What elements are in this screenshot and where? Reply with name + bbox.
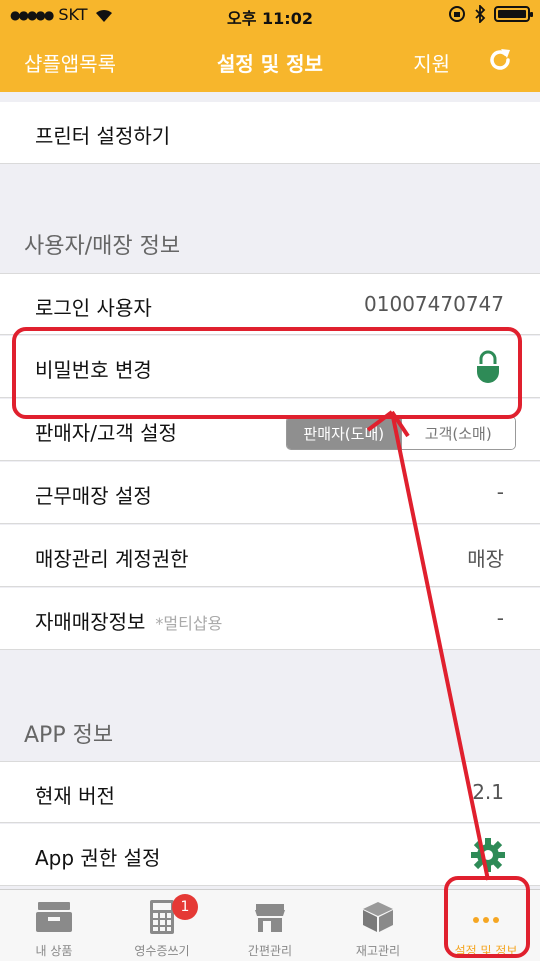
tab-my-products[interactable]: 내 상품 — [0, 890, 108, 961]
work-store-label: 근무매장 설정 — [35, 484, 152, 508]
tab-quick-manage-label: 간편관리 — [247, 944, 293, 958]
login-user-row: 로그인 사용자 01007470747 — [0, 273, 540, 335]
app-list-button[interactable]: 샵플앱목록 — [24, 48, 116, 77]
work-store-row[interactable]: 근무매장 설정 - — [0, 462, 540, 524]
sister-store-value: - — [496, 606, 504, 630]
tab-receipt[interactable]: 1 영수증쓰기 — [108, 890, 216, 961]
navigation-bar: 샵플앱목록 설정 및 정보 지원 — [0, 30, 540, 92]
box-icon — [363, 902, 393, 932]
tab-quick-manage[interactable]: 간편관리 — [216, 890, 324, 961]
tab-receipt-label: 영수증쓰기 — [134, 944, 190, 958]
multishop-note: *멀티샵용 — [155, 614, 223, 633]
tab-my-products-label: 내 상품 — [35, 944, 73, 958]
battery-icon — [494, 6, 533, 22]
gear-icon[interactable] — [470, 837, 506, 873]
sister-store-label: 자매매장정보 — [35, 610, 146, 634]
store-icon — [255, 904, 285, 932]
orientation-lock-icon — [449, 6, 465, 22]
status-bar: ●●●●● SKT 오후 11:02 — [0, 0, 540, 30]
printer-settings-label: 프린터 설정하기 — [35, 124, 171, 148]
user-store-section-header: 사용자/매장 정보 — [24, 234, 181, 259]
tab-inventory-label: 재고관리 — [355, 944, 401, 958]
segment-customer[interactable]: 고객(소매) — [400, 417, 515, 449]
sister-store-row[interactable]: 자매매장정보 *멀티샵용 - — [0, 588, 540, 650]
store-account-permission-label: 매장관리 계정권한 — [35, 547, 189, 571]
tab-inventory[interactable]: 재고관리 — [324, 890, 432, 961]
store-account-permission-row[interactable]: 매장관리 계정권한 매장 — [0, 525, 540, 587]
current-version-row: 현재 버전 2.1 — [0, 761, 540, 823]
refresh-icon[interactable] — [486, 46, 514, 74]
work-store-value: - — [496, 480, 504, 504]
current-version-label: 현재 버전 — [35, 784, 115, 808]
annotation-password-box — [12, 327, 522, 419]
support-button[interactable]: 지원 — [413, 48, 450, 77]
login-user-value: 01007470747 — [364, 292, 504, 316]
app-permission-label: App 권한 설정 — [35, 846, 161, 870]
segment-seller[interactable]: 판매자(도매) — [287, 417, 401, 449]
app-info-section-header: APP 정보 — [24, 723, 114, 748]
archive-icon — [36, 902, 72, 932]
sister-store-label-wrap: 자매매장정보 *멀티샵용 — [35, 606, 222, 635]
receipt-badge: 1 — [172, 894, 198, 920]
bluetooth-icon — [475, 5, 486, 23]
seller-customer-label: 판매자/고객 설정 — [35, 421, 177, 445]
annotation-settings-tab-box — [444, 876, 530, 958]
seller-customer-segment[interactable]: 판매자(도매) 고객(소매) — [286, 416, 516, 450]
settings-list[interactable]: 프린터 설정하기 사용자/매장 정보 로그인 사용자 01007470747 비… — [0, 92, 540, 889]
printer-settings-row[interactable]: 프린터 설정하기 — [0, 102, 540, 164]
login-user-label: 로그인 사용자 — [35, 296, 152, 320]
current-version-value: 2.1 — [472, 780, 504, 804]
status-right — [448, 5, 533, 23]
store-account-permission-value: 매장 — [467, 547, 504, 571]
